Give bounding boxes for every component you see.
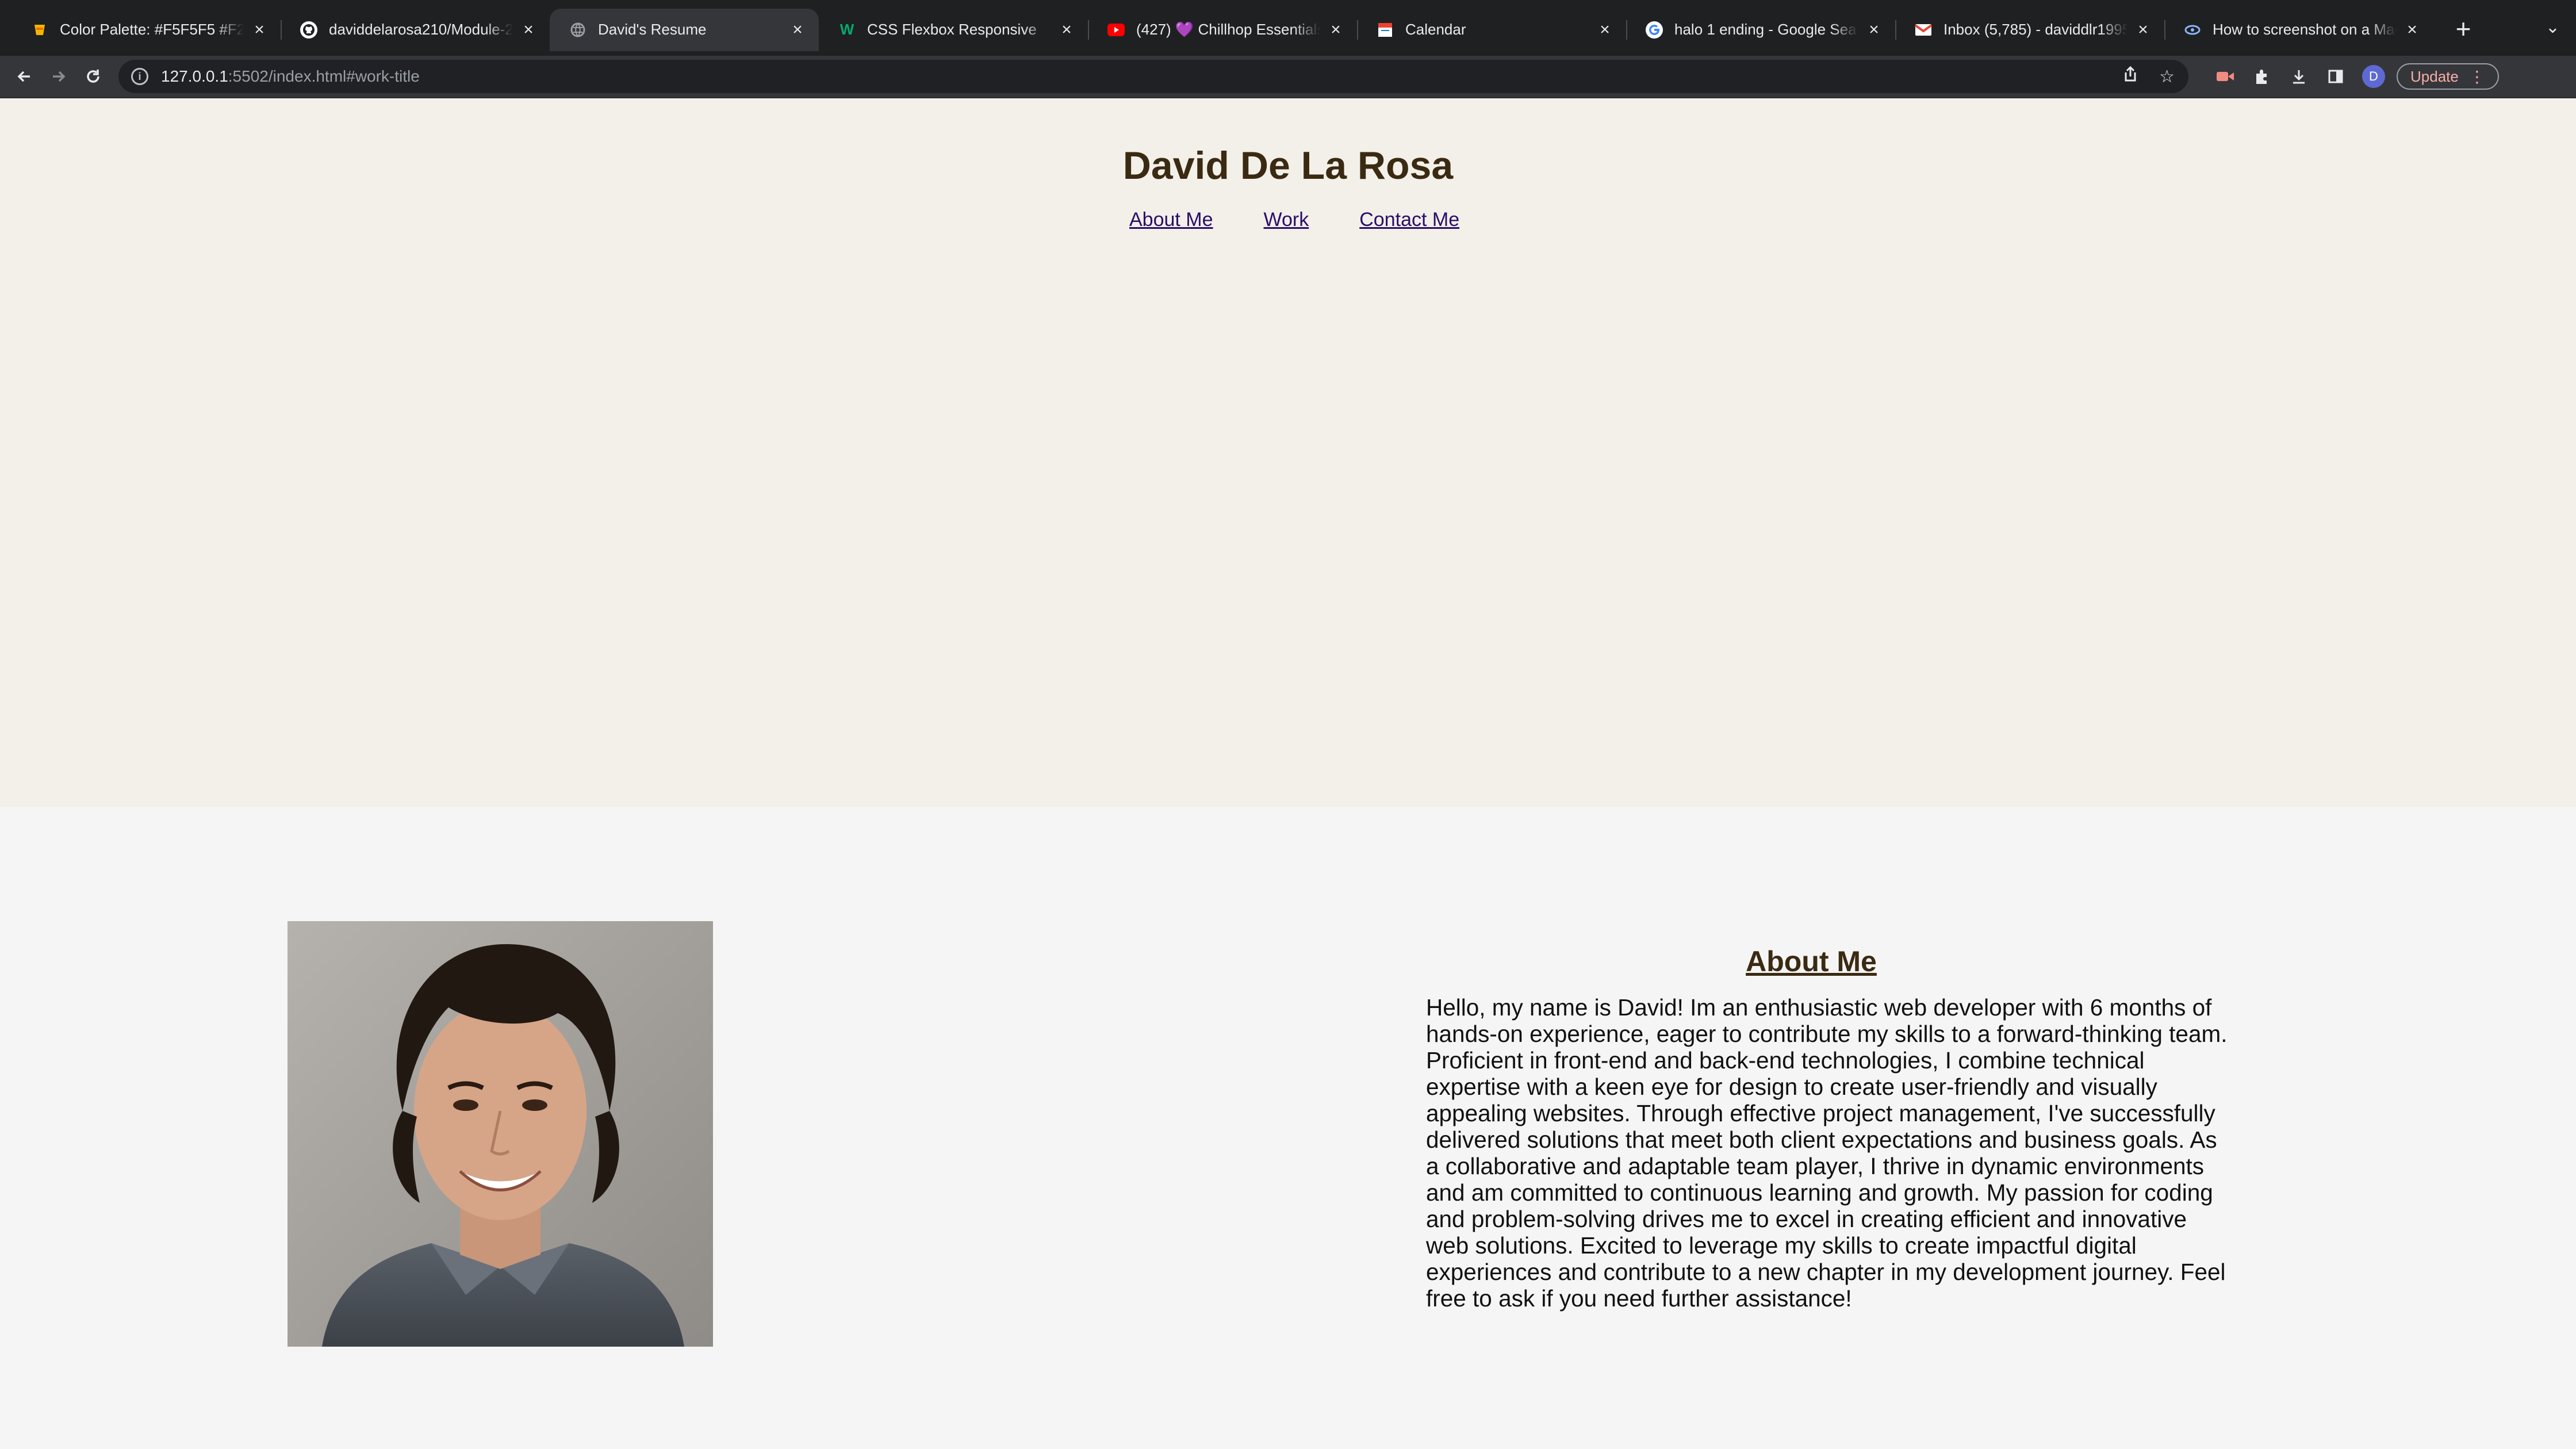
tab-title: David's Resume	[598, 21, 707, 38]
info-icon[interactable]: i	[131, 68, 148, 85]
tab-strip: Color Palette: #F5F5F5 #F2EAE × daviddel…	[0, 0, 2576, 56]
globe-icon	[569, 21, 586, 39]
site-title: David De La Rosa	[1122, 144, 1454, 187]
share-icon[interactable]	[2122, 66, 2138, 87]
update-label: Update	[2410, 67, 2459, 85]
tab-title: Inbox (5,785) - daviddlr1995@	[1943, 21, 2128, 38]
browser-tab-active[interactable]: David's Resume ×	[550, 8, 819, 51]
nav-link-about-me[interactable]: About Me	[1129, 209, 1213, 231]
about-heading: About Me	[1746, 945, 1877, 977]
tab-title: (427) 💜 Chillhop Essentials F	[1136, 21, 1320, 38]
screen-recorder-icon[interactable]	[2209, 60, 2241, 93]
tab-title: halo 1 ending - Google Search	[1674, 21, 1858, 38]
browser-tab[interactable]: Inbox (5,785) - daviddlr1995@ ×	[1895, 9, 2164, 51]
site-nav: About Me Work Contact Me	[1129, 209, 1510, 231]
link-icon	[2184, 21, 2201, 39]
tab-title: daviddelarosa210/Module-2-C	[329, 21, 513, 38]
palette-icon	[31, 21, 48, 39]
url-host: 127.0.0.1	[161, 67, 228, 85]
site-header: David De La Rosa About Me Work Contact M…	[0, 98, 2576, 807]
browser-tab[interactable]: Color Palette: #F5F5F5 #F2EAE ×	[12, 9, 281, 51]
browser-toolbar: i 127.0.0.1:5502/index.html#work-title ☆…	[0, 56, 2576, 98]
tab-title: How to screenshot on a Mac |	[2213, 21, 2397, 38]
nav-link-work[interactable]: Work	[1264, 209, 1309, 231]
star-icon[interactable]: ☆	[2159, 67, 2175, 87]
close-icon[interactable]: ×	[520, 21, 537, 39]
youtube-icon	[1107, 21, 1125, 39]
more-vert-icon[interactable]: ⋮	[2469, 67, 2485, 86]
chevron-down-icon[interactable]: ⌄	[2546, 17, 2560, 37]
nav-link-contact-me[interactable]: Contact Me	[1359, 209, 1459, 231]
update-button[interactable]: Update ⋮	[2397, 63, 2499, 90]
w3schools-icon: W	[839, 21, 854, 38]
google-icon	[1646, 21, 1663, 39]
extensions-icon[interactable]	[2246, 60, 2278, 93]
about-section: About Me Hello, my name is David! Im an …	[0, 807, 2576, 1449]
profile-photo	[288, 921, 713, 1347]
tab-title: CSS Flexbox Responsive	[867, 21, 1037, 38]
browser-tab[interactable]: How to screenshot on a Mac | ×	[2164, 9, 2433, 51]
url-path: :5502/index.html#work-title	[228, 67, 420, 85]
browser-tab[interactable]: daviddelarosa210/Module-2-C ×	[281, 9, 550, 51]
tab-title: Calendar	[1405, 21, 1466, 38]
close-icon[interactable]: ×	[1058, 21, 1075, 39]
download-icon[interactable]	[2283, 60, 2315, 93]
close-icon[interactable]: ×	[1327, 21, 1344, 39]
close-icon[interactable]: ×	[789, 21, 806, 39]
profile-avatar[interactable]: D	[2362, 65, 2385, 88]
arrow-left-icon	[17, 71, 30, 82]
calendar-icon	[1377, 21, 1394, 39]
new-tab-button[interactable]: +	[2446, 13, 2481, 47]
arrow-right-icon	[53, 71, 66, 82]
browser-tab[interactable]: Calendar ×	[1357, 9, 1626, 51]
close-icon[interactable]: ×	[1865, 21, 1883, 39]
tab-title: Color Palette: #F5F5F5 #F2EAE	[60, 21, 244, 38]
github-icon	[300, 21, 317, 39]
close-icon[interactable]: ×	[251, 21, 268, 39]
reload-icon	[87, 70, 99, 83]
close-icon[interactable]: ×	[2404, 21, 2421, 39]
browser-tab[interactable]: (427) 💜 Chillhop Essentials F ×	[1088, 9, 1357, 51]
close-icon[interactable]: ×	[1596, 21, 1613, 39]
forward-button[interactable]	[41, 59, 76, 94]
address-bar[interactable]: i 127.0.0.1:5502/index.html#work-title ☆	[118, 60, 2188, 93]
browser-tab[interactable]: halo 1 ending - Google Search ×	[1626, 9, 1895, 51]
browser-tab[interactable]: W CSS Flexbox Responsive ×	[819, 9, 1088, 51]
back-button[interactable]	[7, 59, 41, 94]
reload-button[interactable]	[76, 59, 110, 94]
about-paragraph: Hello, my name is David! Im an enthusias…	[1426, 994, 2228, 1312]
close-icon[interactable]: ×	[2134, 21, 2152, 39]
side-panel-icon[interactable]	[2320, 60, 2352, 93]
gmail-icon	[1915, 21, 1932, 39]
webpage: David De La Rosa About Me Work Contact M…	[0, 98, 2576, 1449]
